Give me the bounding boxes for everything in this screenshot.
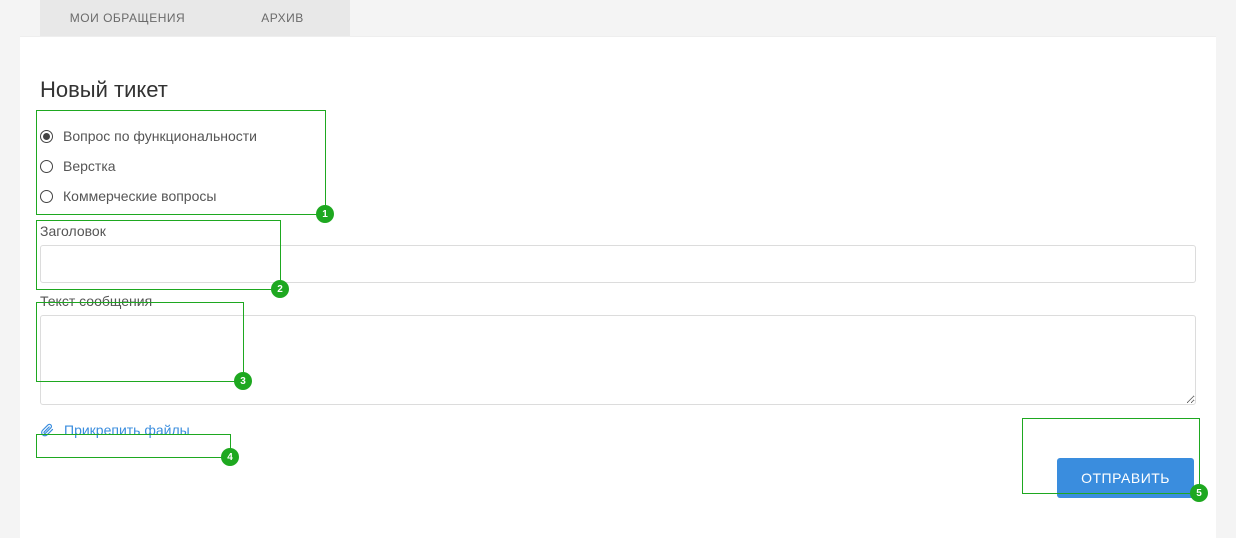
submit-button[interactable]: ОТПРАВИТЬ xyxy=(1057,458,1194,498)
ticket-type-label: Коммерческие вопросы xyxy=(63,188,216,204)
ticket-type-option-2[interactable]: Коммерческие вопросы xyxy=(40,181,1196,211)
ticket-type-option-1[interactable]: Верстка xyxy=(40,151,1196,181)
title-label: Заголовок xyxy=(40,223,1196,239)
tab-my-requests[interactable]: МОИ ОБРАЩЕНИЯ xyxy=(40,0,215,36)
tabs: МОИ ОБРАЩЕНИЯ АРХИВ xyxy=(40,0,1236,36)
title-input[interactable] xyxy=(40,245,1196,283)
message-textarea[interactable] xyxy=(40,315,1196,405)
ticket-form-panel: Новый тикет Вопрос по функциональности В… xyxy=(20,36,1216,538)
ticket-type-option-0[interactable]: Вопрос по функциональности xyxy=(40,121,1196,151)
ticket-type-group: Вопрос по функциональности Верстка Комме… xyxy=(40,121,1196,211)
ticket-type-label: Верстка xyxy=(63,158,116,174)
paperclip-icon xyxy=(40,422,54,438)
radio-icon xyxy=(40,160,53,173)
attach-files-label: Прикрепить файлы xyxy=(64,422,190,438)
submit-row: ОТПРАВИТЬ xyxy=(1057,458,1194,498)
page-title: Новый тикет xyxy=(40,77,1196,103)
radio-icon xyxy=(40,130,53,143)
attach-files-button[interactable]: Прикрепить файлы xyxy=(40,422,1196,438)
tab-archive[interactable]: АРХИВ xyxy=(215,0,350,36)
message-label: Текст сообщения xyxy=(40,293,1196,309)
radio-icon xyxy=(40,190,53,203)
ticket-type-label: Вопрос по функциональности xyxy=(63,128,257,144)
